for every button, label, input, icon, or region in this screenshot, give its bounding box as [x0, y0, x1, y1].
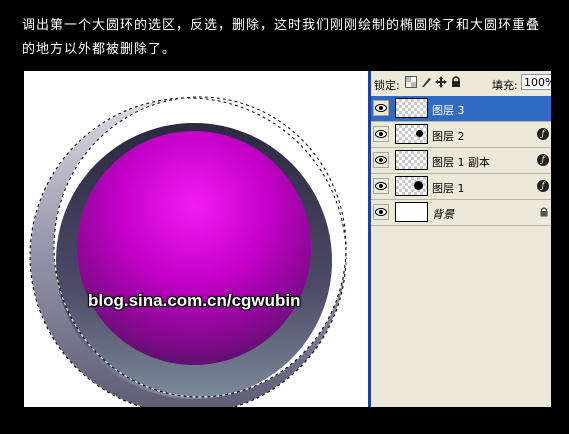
layer-effects-icon[interactable]: ƒ [537, 180, 549, 192]
layer-effects-icon[interactable]: ƒ [537, 128, 549, 140]
layer-name: 图层 3 [432, 104, 465, 117]
thumbnail-dot [414, 181, 423, 190]
magenta-sphere [77, 131, 311, 365]
brush-lock-icon[interactable] [420, 76, 432, 88]
move-lock-icon[interactable] [435, 76, 447, 88]
visibility-eye-icon[interactable] [373, 100, 389, 116]
button-artwork [29, 96, 347, 407]
layer-name: 背景 [432, 208, 454, 221]
visibility-eye-icon[interactable] [373, 152, 389, 168]
transparency-lock-icon[interactable] [405, 76, 417, 88]
layers-panel: 锁定: 填充: 100% 图层 3 [371, 71, 551, 407]
link-slot[interactable] [390, 126, 394, 142]
layer-list: 图层 3 图层 2 ƒ 图层 1 副本 ƒ 图层 1 ƒ 背景 [371, 96, 551, 226]
tutorial-caption: 调出第一个大圆环的选区，反选，删除，这时我们刚刚绘制的椭圆除了和大圆环重叠 的地… [22, 14, 562, 62]
layer-row-1[interactable]: 图层 1 ƒ [371, 174, 551, 200]
layer-thumbnail [395, 124, 428, 144]
thumbnail-dot [416, 130, 423, 137]
layer-name: 图层 1 [432, 182, 465, 195]
layer-row-2[interactable]: 图层 2 ƒ [371, 122, 551, 148]
fill-input[interactable]: 100% [521, 74, 551, 90]
layer-name: 图层 2 [432, 130, 465, 143]
visibility-eye-icon[interactable] [373, 204, 389, 220]
visibility-eye-icon[interactable] [373, 126, 389, 142]
lock-icons [405, 76, 462, 88]
link-slot[interactable] [390, 204, 394, 220]
lock-bar: 锁定: 填充: 100% [371, 71, 551, 97]
layer-row-3[interactable]: 图层 3 [371, 96, 551, 122]
link-slot[interactable] [390, 178, 394, 194]
caption-line-1: 调出第一个大圆环的选区，反选，删除，这时我们刚刚绘制的椭圆除了和大圆环重叠 [22, 18, 541, 33]
visibility-eye-icon[interactable] [373, 178, 389, 194]
layer-row-background[interactable]: 背景 [371, 200, 551, 226]
layer-row-1-copy[interactable]: 图层 1 副本 ƒ [371, 148, 551, 174]
padlock-icon[interactable] [450, 76, 462, 88]
lock-label: 锁定: [374, 79, 400, 92]
document-canvas[interactable]: blog.sina.com.cn/cgwubin [24, 71, 368, 407]
link-slot[interactable] [390, 152, 394, 168]
layer-effects-icon[interactable]: ƒ [537, 154, 549, 166]
padlock-icon [539, 207, 549, 217]
layer-thumbnail [395, 150, 428, 170]
layer-name: 图层 1 副本 [432, 156, 490, 169]
watermark-text: blog.sina.com.cn/cgwubin [88, 291, 301, 310]
layer-thumbnail [395, 176, 428, 196]
fill-label: 填充: [492, 79, 518, 92]
link-slot[interactable] [390, 100, 394, 116]
layer-thumbnail [395, 202, 428, 222]
layer-thumbnail [395, 98, 428, 118]
caption-line-2: 的地方以外都被删除了。 [22, 42, 177, 57]
